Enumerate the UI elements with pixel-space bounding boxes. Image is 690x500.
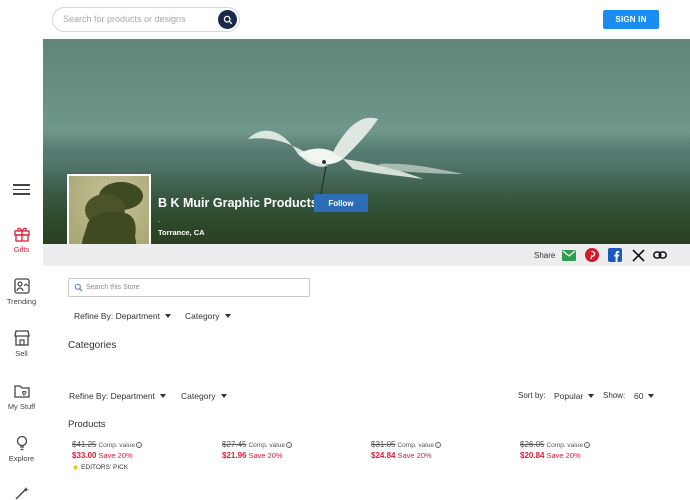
banner-bird-image: [248, 117, 463, 195]
rail-label: Trending: [6, 297, 37, 306]
editors-pick-badge: EDITORS' PICK: [81, 464, 129, 471]
category-label: Category: [185, 311, 220, 321]
info-icon[interactable]: i: [583, 441, 590, 448]
rail-label: Gifts: [13, 245, 30, 254]
product-card[interactable]: $41.25 Comp. value i $33.00 Save 20% ★ EDITO…: [72, 440, 202, 472]
shop-location: Torrance, CA: [158, 228, 205, 237]
search-button[interactable]: [218, 10, 237, 29]
category-dropdown[interactable]: Category: [185, 311, 231, 321]
refine-department-dropdown[interactable]: Refine By: Department: [74, 311, 171, 321]
site-search[interactable]: Search for products or designs: [52, 7, 240, 32]
sign-in-button[interactable]: SIGN IN: [603, 10, 659, 29]
refine-label: Refine By: Department: [69, 391, 155, 401]
rail-item-gifts[interactable]: Gifts: [0, 225, 43, 254]
shop-name: B K Muir Graphic Products: [158, 196, 318, 210]
save-percent: Save 20%: [248, 451, 283, 460]
rail-item-trending[interactable]: Trending: [0, 277, 43, 306]
rail-label: My Stuff: [7, 402, 36, 411]
rail-label: Explore: [8, 454, 35, 463]
original-price: $31.05: [371, 440, 396, 449]
store-search[interactable]: Search this Store: [68, 278, 310, 297]
store-search-input[interactable]: Search this Store: [86, 284, 140, 291]
product-card[interactable]: $31.05 Comp. value i $24.84 Save 20%: [371, 440, 501, 460]
link-icon[interactable]: [653, 248, 667, 262]
original-price: $41.25: [72, 440, 97, 449]
chevron-down-icon: [220, 394, 227, 398]
save-percent: Save 20%: [397, 451, 432, 460]
info-icon[interactable]: i: [434, 441, 441, 448]
original-price: $27.45: [222, 440, 247, 449]
show-label: Show:: [603, 391, 626, 400]
hamburger-menu-icon[interactable]: [13, 184, 30, 195]
pinterest-icon[interactable]: [585, 248, 599, 262]
show-count-dropdown[interactable]: 60: [634, 391, 655, 401]
comp-value-label: Comp. value: [98, 442, 135, 449]
x-icon[interactable]: [631, 248, 645, 262]
search-input[interactable]: Search for products or designs: [63, 14, 186, 24]
magic-wand-icon[interactable]: [13, 486, 31, 500]
trending-icon: [13, 278, 30, 294]
category-dropdown-2[interactable]: Category: [181, 391, 227, 401]
sort-by-label: Sort by:: [518, 391, 546, 400]
refine-label: Refine By: Department: [74, 311, 160, 321]
top-bar: Search for products or designs SIGN IN: [0, 0, 690, 39]
original-price: $26.05: [520, 440, 545, 449]
rail-label: Sell: [15, 349, 28, 358]
sort-dropdown[interactable]: Popular: [554, 391, 595, 401]
share-bar: Share: [43, 244, 690, 266]
email-icon[interactable]: [562, 248, 576, 262]
category-label: Category: [181, 391, 216, 401]
share-label: Share: [534, 251, 556, 260]
store-icon: [13, 330, 30, 346]
chevron-down-icon: [224, 314, 231, 318]
rail-item-sell[interactable]: Sell: [0, 329, 43, 358]
star-icon: ★: [72, 463, 80, 472]
comp-value-label: Comp. value: [546, 442, 583, 449]
product-card[interactable]: $26.05 Comp. value i $20.84 Save 20%: [520, 440, 650, 460]
save-percent: Save 20%: [98, 451, 133, 460]
sale-price: $33.00: [72, 451, 97, 460]
categories-title: Categories: [68, 340, 117, 351]
product-card[interactable]: $27.45 Comp. value i $21.96 Save 20%: [222, 440, 352, 460]
sort-value: Popular: [554, 391, 584, 401]
lightbulb-icon: [16, 435, 27, 451]
chevron-down-icon: [159, 394, 166, 398]
save-percent: Save 20%: [546, 451, 581, 460]
sale-price: $24.84: [371, 451, 396, 460]
comp-value-label: Comp. value: [248, 442, 285, 449]
comp-value-label: Comp. value: [397, 442, 434, 449]
info-icon[interactable]: i: [135, 441, 142, 448]
chevron-down-icon: [164, 314, 171, 318]
follow-button[interactable]: Follow: [314, 194, 368, 212]
sale-price: $21.96: [222, 451, 247, 460]
show-value: 60: [634, 391, 644, 401]
facebook-icon[interactable]: [608, 248, 622, 262]
sale-price: $20.84: [520, 451, 545, 460]
left-nav-rail: Gifts Trending Sell My Stuff Explore: [0, 39, 43, 500]
chevron-down-icon: [648, 394, 655, 398]
chevron-down-icon: [588, 394, 595, 398]
products-title: Products: [68, 419, 106, 430]
search-icon: [74, 283, 83, 292]
refine-department-dropdown-2[interactable]: Refine By: Department: [69, 391, 166, 401]
rail-item-my-stuff[interactable]: My Stuff: [0, 382, 43, 411]
shop-tagline: .: [158, 215, 161, 224]
gift-icon: [13, 227, 30, 242]
rail-item-explore[interactable]: Explore: [0, 434, 43, 463]
info-icon[interactable]: i: [285, 441, 292, 448]
search-icon: [223, 15, 232, 24]
folder-heart-icon: [13, 385, 30, 398]
